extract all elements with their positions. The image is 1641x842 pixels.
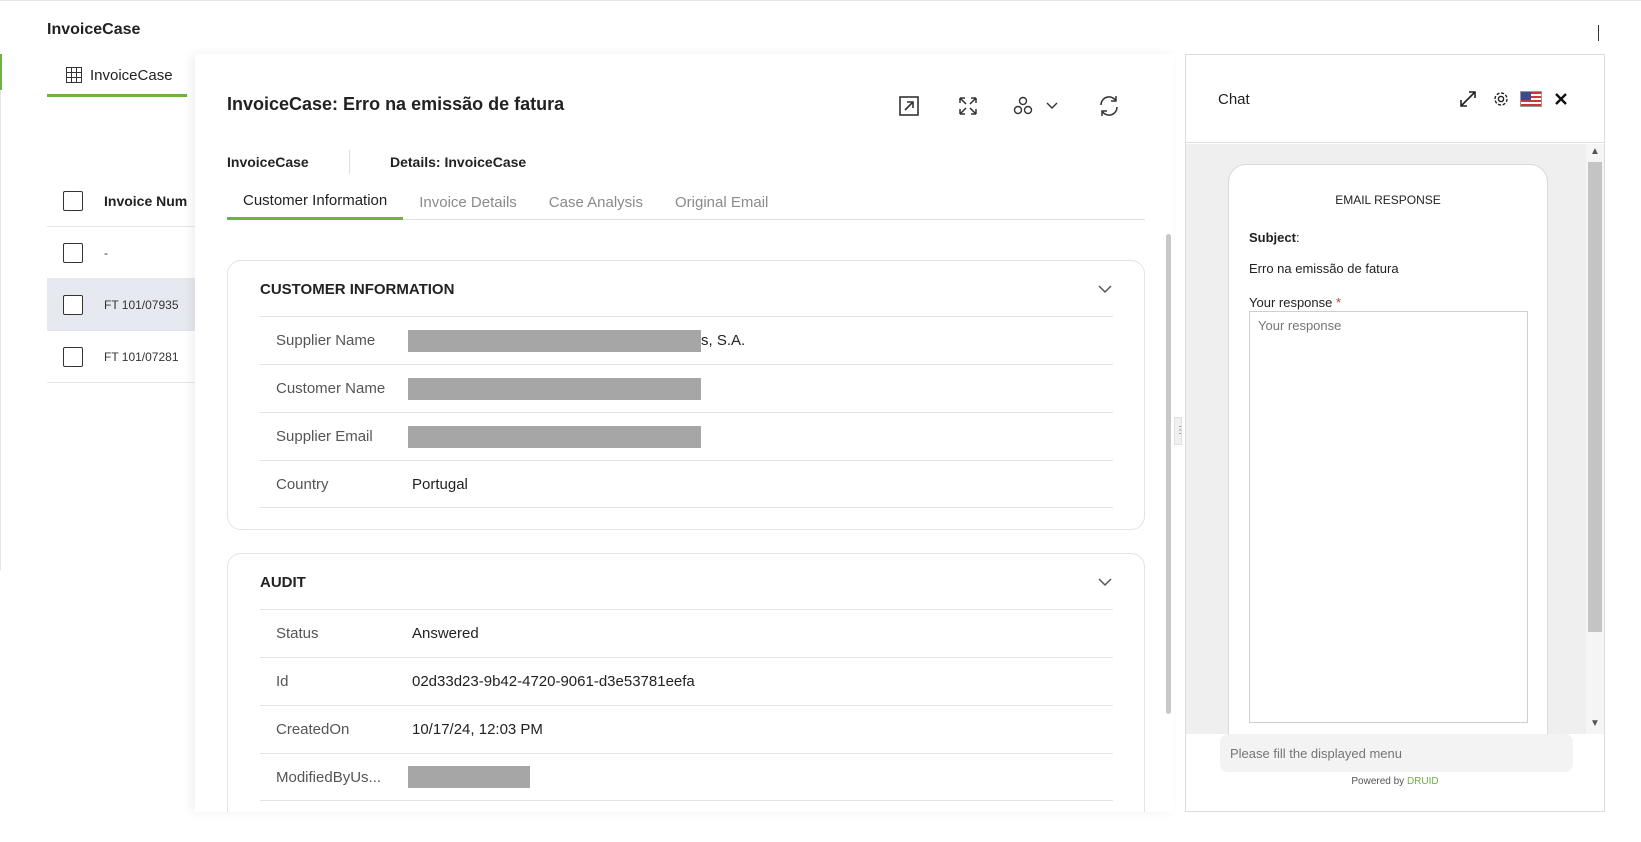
audit-card: AUDIT Status Answered Id 02d33d23-9b42-4… <box>227 553 1145 812</box>
field-label: Supplier Email <box>276 428 373 445</box>
subject-value: Erro na emissão de fatura <box>1249 261 1399 276</box>
maximize-icon[interactable] <box>1456 87 1480 111</box>
card-heading: EMAIL RESPONSE <box>1335 193 1441 207</box>
close-icon[interactable] <box>1549 87 1573 111</box>
field-value-supplier-email <box>408 425 701 448</box>
response-label-text: Your response <box>1249 295 1333 310</box>
column-header-invoice-number[interactable]: Invoice Num <box>104 193 187 209</box>
field-value-status: Answered <box>412 625 479 642</box>
table-row[interactable]: FT 101/07935 <box>47 279 197 331</box>
subject-label-colon: : <box>1295 230 1300 245</box>
scroll-down-arrow-icon[interactable]: ▼ <box>1590 718 1600 729</box>
subject-label-text: Subject <box>1249 230 1296 245</box>
redaction-block <box>408 329 701 352</box>
chevron-down-icon[interactable] <box>1098 281 1112 299</box>
card-title: CUSTOMER INFORMATION <box>260 281 455 298</box>
powered-by: Powered by DRUID <box>1186 776 1604 787</box>
chat-messages: EMAIL RESPONSE Subject: Erro na emissão … <box>1186 144 1586 734</box>
tab-case-analysis[interactable]: Case Analysis <box>533 184 659 220</box>
field-id: Id 02d33d23-9b42-4720-9061-d3e53781eefa <box>260 657 1113 705</box>
tab-invoicecase-list[interactable]: InvoiceCase <box>47 56 187 97</box>
chat-message-input[interactable] <box>1220 734 1573 772</box>
chat-title: Chat <box>1218 91 1250 108</box>
field-value-supplier-name: s, S.A. <box>408 329 746 352</box>
response-label: Your response * <box>1249 295 1341 310</box>
chat-panel: Chat EMAIL RESPONSE Subject: Erro na emi… <box>1185 54 1605 812</box>
field-created-on: CreatedOn 10/17/24, 12:03 PM <box>260 705 1113 753</box>
powered-by-text: Powered by <box>1351 776 1405 787</box>
expand-icon[interactable] <box>954 92 982 120</box>
field-value-customer-name <box>408 377 701 400</box>
field-modified-by: ModifiedByUs... <box>260 753 1113 801</box>
row-invoice-number: FT 101/07935 <box>104 297 179 312</box>
field-status: Status Answered <box>260 609 1113 657</box>
table-row[interactable]: - <box>47 227 197 279</box>
field-customer-name: Customer Name <box>260 364 1113 412</box>
field-label: Customer Name <box>276 380 386 397</box>
card-title: AUDIT <box>260 574 306 591</box>
panel-title: InvoiceCase: Erro na emissão de fatura <box>227 94 565 114</box>
field-value-modified-by <box>408 766 530 788</box>
tab-invoice-details[interactable]: Invoice Details <box>403 184 533 220</box>
row-invoice-number: - <box>104 245 108 260</box>
left-accent-bar <box>0 54 2 90</box>
row-invoice-number: FT 101/07281 <box>104 349 179 364</box>
field-label: Status <box>276 625 319 642</box>
scroll-up-arrow-icon[interactable]: ▲ <box>1590 146 1600 157</box>
breadcrumb-entity[interactable]: InvoiceCase <box>227 154 309 170</box>
us-flag-language-icon[interactable] <box>1519 87 1543 111</box>
response-textarea[interactable] <box>1249 311 1528 723</box>
email-response-card: EMAIL RESPONSE Subject: Erro na emissão … <box>1228 164 1548 734</box>
redaction-block <box>408 425 701 448</box>
chat-header: Chat <box>1186 55 1604 143</box>
resize-handle[interactable]: ⋮ <box>1174 417 1185 445</box>
customer-information-card: CUSTOMER INFORMATION Supplier Name s, S.… <box>227 260 1145 530</box>
tab-customer-information[interactable]: Customer Information <box>227 184 404 220</box>
details-tabs: Customer Information Invoice Details Cas… <box>227 184 1145 220</box>
row-checkbox[interactable] <box>63 346 83 367</box>
required-asterisk: * <box>1335 295 1342 310</box>
gear-icon[interactable] <box>1489 87 1513 111</box>
app-title: InvoiceCase <box>47 21 141 38</box>
breadcrumb-divider <box>349 150 350 174</box>
refresh-icon[interactable] <box>1095 92 1123 120</box>
redaction-block <box>408 377 701 400</box>
field-value-country: Portugal <box>412 475 468 493</box>
field-label: Id <box>276 673 289 690</box>
workflow-menu-icon[interactable] <box>1011 92 1063 120</box>
field-value-id: 02d33d23-9b42-4720-9061-d3e53781eefa <box>412 673 695 690</box>
table-row[interactable]: FT 101/07281 <box>47 331 197 383</box>
field-label: CreatedOn <box>276 721 350 738</box>
field-label: Supplier Name <box>276 332 376 349</box>
text-cursor <box>1598 25 1599 41</box>
details-panel: InvoiceCase: Erro na emissão de fatura I… <box>195 54 1174 812</box>
app-header: InvoiceCase <box>0 0 1641 52</box>
druid-brand-link[interactable]: DRUID <box>1407 776 1439 787</box>
open-in-new-icon[interactable] <box>895 92 923 120</box>
subject-label: Subject: <box>1249 230 1300 245</box>
row-checkbox[interactable] <box>63 242 83 263</box>
chevron-down-icon[interactable] <box>1098 574 1112 592</box>
field-label: ModifiedByUs... <box>276 768 382 786</box>
field-value-text: s, S.A. <box>701 332 746 349</box>
field-label: Country <box>276 475 329 493</box>
field-supplier-name: Supplier Name s, S.A. <box>260 316 1113 364</box>
chat-scrollbar[interactable]: ▲ ▼ <box>1586 144 1604 734</box>
flag-icon <box>1520 91 1542 107</box>
row-checkbox[interactable] <box>63 294 83 315</box>
panel-scrollbar[interactable] <box>1166 234 1171 714</box>
tab-original-email[interactable]: Original Email <box>659 184 784 220</box>
field-value-created-on: 10/17/24, 12:03 PM <box>412 721 543 738</box>
chat-scrollbar-thumb[interactable] <box>1588 162 1602 632</box>
field-supplier-email: Supplier Email <box>260 412 1113 460</box>
select-all-checkbox[interactable] <box>63 190 83 211</box>
table-grid-icon <box>66 67 82 83</box>
redaction-block <box>408 766 530 788</box>
left-divider <box>0 90 1 570</box>
table-header-row: Invoice Num <box>47 175 197 227</box>
field-country: Country Portugal <box>260 460 1113 508</box>
tab-invoicecase-label: InvoiceCase <box>90 66 173 84</box>
breadcrumb-details[interactable]: Details: InvoiceCase <box>390 154 526 170</box>
